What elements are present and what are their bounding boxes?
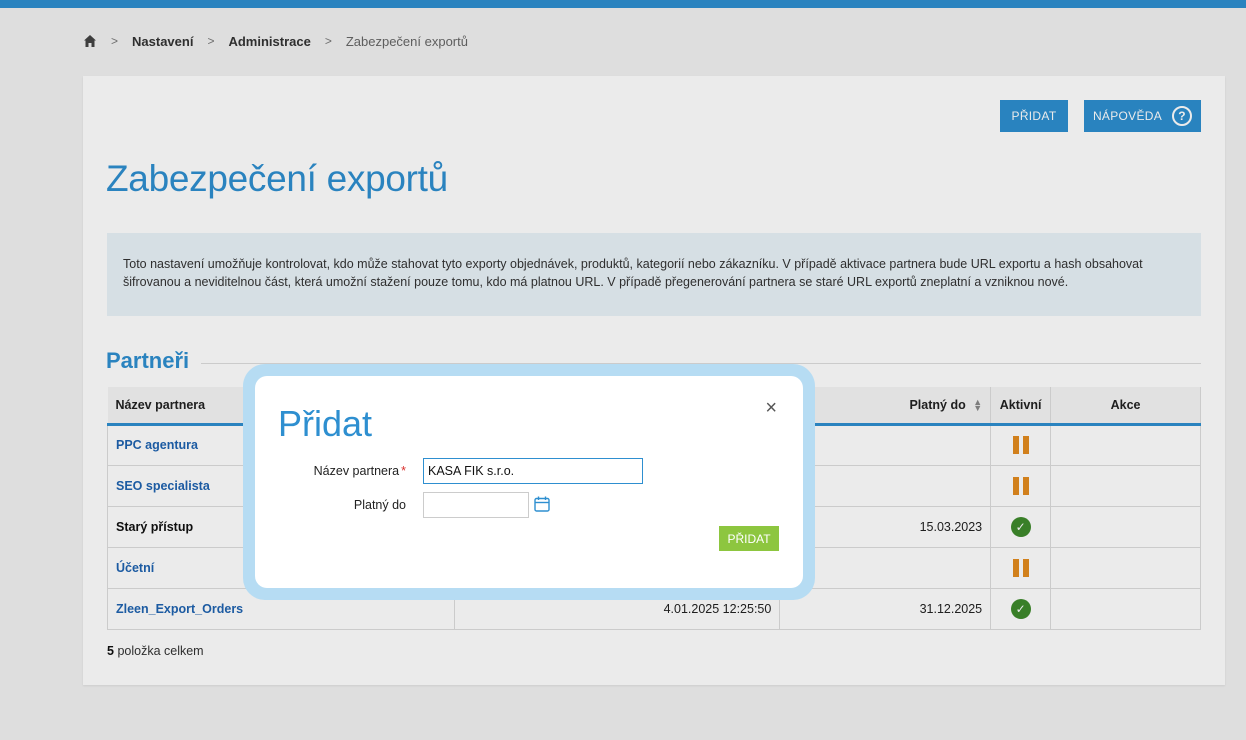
calendar-icon[interactable]: [533, 495, 551, 513]
partner-name-label: Název partnera *: [255, 464, 406, 478]
add-partner-modal-frame: Přidat × Název partnera* Platný do PŘIDA…: [243, 364, 815, 600]
modal-add-button-label: PŘIDAT: [727, 531, 771, 546]
partner-name-label-text: Název partnera: [313, 464, 400, 478]
modal-add-button[interactable]: PŘIDAT: [719, 526, 779, 551]
valid-until-label: Platný do: [353, 498, 406, 512]
modal-title: Přidat: [278, 403, 373, 444]
valid-until-input[interactable]: [423, 492, 529, 518]
required-mark: *: [401, 464, 406, 478]
add-partner-modal: Přidat × Název partnera* Platný do PŘIDA…: [255, 376, 803, 588]
partner-name-input[interactable]: [423, 458, 643, 484]
close-icon[interactable]: ×: [765, 398, 777, 418]
